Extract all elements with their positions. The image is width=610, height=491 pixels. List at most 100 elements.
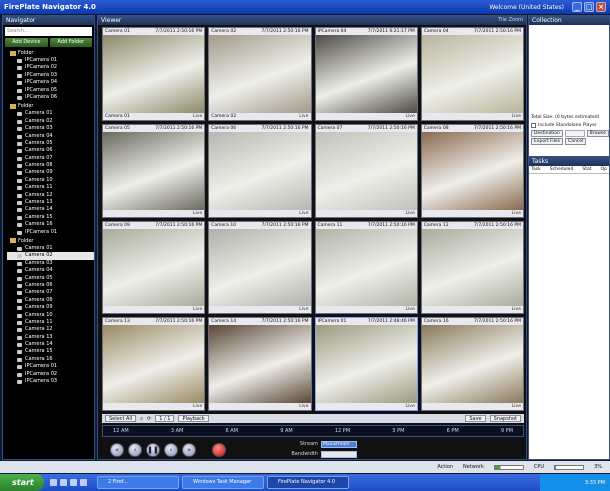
live-indicator[interactable]: Live bbox=[406, 210, 415, 217]
tree-camera-item[interactable]: IPCamera 06 bbox=[7, 94, 94, 101]
tree-camera-item[interactable]: Camera 08 bbox=[7, 297, 94, 304]
select-all-button[interactable]: Select All bbox=[105, 415, 137, 422]
tree-camera-item[interactable]: Camera 11 bbox=[7, 184, 94, 191]
tree-camera-item[interactable]: Camera 06 bbox=[7, 282, 94, 289]
tree-camera-item[interactable]: Camera 01 bbox=[7, 245, 94, 252]
tree-camera-item[interactable]: Camera 05 bbox=[7, 140, 94, 147]
tree-camera-item[interactable]: IPCamera 02 bbox=[7, 64, 94, 71]
tree-camera-item[interactable]: Camera 14 bbox=[7, 206, 94, 213]
live-indicator[interactable]: Live bbox=[193, 210, 202, 217]
tree-camera-item[interactable]: Camera 07 bbox=[7, 289, 94, 296]
tree-camera-item[interactable]: Camera 04 bbox=[7, 133, 94, 140]
live-indicator[interactable]: Live bbox=[512, 210, 521, 217]
camera-tile[interactable]: Camera 05 7/7/2011 2:50:16 PM Live bbox=[102, 123, 206, 218]
task-column-header[interactable]: Stat bbox=[582, 167, 591, 172]
browse-button[interactable]: Browse bbox=[586, 129, 609, 137]
camera-tile[interactable]: Camera 04 7/7/2011 2:50:16 PM Live bbox=[420, 27, 524, 121]
live-indicator[interactable]: Live bbox=[299, 403, 308, 410]
camera-tile[interactable]: Camera 09 7/7/2011 2:50:16 PM Live bbox=[102, 220, 206, 315]
destination-button[interactable]: Destination bbox=[531, 129, 563, 137]
step-back-icon[interactable]: ‹ bbox=[128, 443, 142, 457]
bandwidth-select[interactable] bbox=[321, 450, 357, 458]
live-indicator[interactable]: Live bbox=[512, 403, 521, 410]
tree-camera-item[interactable]: Camera 16 bbox=[7, 221, 94, 228]
camera-tile[interactable]: Camera 01 7/7/2011 2:50:16 PM Camera 01 … bbox=[102, 27, 206, 121]
tree-camera-item[interactable]: Camera 13 bbox=[7, 334, 94, 341]
tree-camera-item[interactable]: Camera 05 bbox=[7, 275, 94, 282]
maximize-icon[interactable]: □ bbox=[584, 2, 594, 12]
tree-camera-item[interactable]: Camera 06 bbox=[7, 147, 94, 154]
tree-camera-item[interactable]: Camera 09 bbox=[7, 169, 94, 176]
tree-camera-item[interactable]: Camera 02 bbox=[7, 118, 94, 125]
taskbar-item[interactable]: FirePlate Navigator 4.0 bbox=[267, 476, 349, 489]
stream-select[interactable]: Mainstream bbox=[321, 440, 357, 448]
tree-camera-item[interactable]: Camera 13 bbox=[7, 199, 94, 206]
live-indicator[interactable]: Live bbox=[193, 113, 202, 120]
tree-folder-label[interactable]: Folder bbox=[7, 237, 94, 245]
fast-forward-icon[interactable]: » bbox=[182, 443, 196, 457]
quick-launch-icon[interactable] bbox=[60, 479, 67, 486]
task-column-header[interactable]: Op bbox=[601, 167, 607, 172]
tree-camera-item[interactable]: IPCamera 03 bbox=[7, 72, 94, 79]
quick-launch-icon[interactable] bbox=[70, 479, 77, 486]
tree-camera-item[interactable]: IPCamera 04 bbox=[7, 79, 94, 86]
tree-camera-item[interactable]: Camera 12 bbox=[7, 192, 94, 199]
add-folder-button[interactable]: Add Folder bbox=[49, 38, 92, 47]
camera-tile[interactable]: Camera 13 7/7/2011 2:50:16 PM Live bbox=[102, 317, 206, 411]
add-device-button[interactable]: Add Device bbox=[5, 38, 48, 47]
live-indicator[interactable]: Live bbox=[299, 306, 308, 313]
playback-button[interactable]: Playback bbox=[178, 415, 209, 422]
tree-camera-item[interactable]: Camera 10 bbox=[7, 312, 94, 319]
tree-camera-item[interactable]: Camera 11 bbox=[7, 319, 94, 326]
export-button[interactable]: Export Files bbox=[531, 137, 564, 145]
camera-tile[interactable]: Camera 08 7/7/2011 2:50:16 PM Live bbox=[420, 123, 524, 218]
camera-tile[interactable]: Camera 06 7/7/2011 2:50:16 PM Live bbox=[208, 123, 312, 218]
quick-launch-icon[interactable] bbox=[50, 479, 57, 486]
live-indicator[interactable]: Live bbox=[512, 306, 521, 313]
tree-camera-item[interactable]: IPCamera 03 bbox=[7, 378, 94, 385]
timeline-bar[interactable]: 12 AM 3 AM 6 AM 9 AM 12 PM 3 PM 6 PM 9 PM bbox=[102, 425, 524, 437]
tree-camera-item[interactable]: Camera 03 bbox=[7, 125, 94, 132]
tree-camera-item[interactable]: Camera 03 bbox=[7, 260, 94, 267]
live-indicator[interactable]: Live bbox=[512, 113, 521, 120]
camera-tile[interactable]: Camera 07 7/7/2011 2:50:16 PM Live bbox=[314, 123, 418, 218]
search-input[interactable]: Search... bbox=[5, 27, 92, 36]
camera-tile[interactable]: Camera 14 7/7/2011 2:50:16 PM Live bbox=[208, 317, 312, 411]
tree-camera-item[interactable]: Camera 01 bbox=[7, 110, 94, 117]
tree-camera-item[interactable]: Camera 15 bbox=[7, 348, 94, 355]
tree-camera-item[interactable]: IPCamera 05 bbox=[7, 87, 94, 94]
tree-camera-item[interactable]: Camera 16 bbox=[7, 356, 94, 363]
step-forward-icon[interactable]: › bbox=[164, 443, 178, 457]
refresh-icon[interactable]: ⟳ bbox=[147, 416, 151, 422]
tree-camera-item[interactable]: Camera 12 bbox=[7, 326, 94, 333]
tree-folder-label[interactable]: Folder bbox=[7, 102, 94, 110]
close-icon[interactable]: × bbox=[596, 2, 606, 12]
tree-camera-item[interactable]: Camera 09 bbox=[7, 304, 94, 311]
taskbar-item[interactable]: Windows Task Manager bbox=[182, 476, 264, 489]
camera-tile[interactable]: Camera 02 7/7/2011 2:50:16 PM Camera 02 … bbox=[208, 27, 312, 121]
task-column-header[interactable]: Task bbox=[531, 167, 541, 172]
cancel-button[interactable]: Cancel bbox=[565, 137, 587, 145]
rewind-icon[interactable]: « bbox=[110, 443, 124, 457]
pause-icon[interactable]: ❚❚ bbox=[146, 443, 160, 457]
tree-camera-item[interactable]: IPCamera 01 bbox=[7, 363, 94, 370]
page-indicator[interactable]: 1 / 1 bbox=[155, 415, 175, 422]
camera-tile[interactable]: Camera 12 7/7/2011 2:50:16 PM Live bbox=[420, 220, 524, 315]
tree-camera-item[interactable]: IPCamera 02 bbox=[7, 371, 94, 378]
live-indicator[interactable]: Live bbox=[406, 306, 415, 313]
live-indicator[interactable]: Live bbox=[299, 210, 308, 217]
tree-camera-item[interactable]: Camera 10 bbox=[7, 177, 94, 184]
save-button[interactable]: Save bbox=[465, 415, 486, 422]
live-indicator[interactable]: Live bbox=[406, 403, 415, 410]
snapshot-button[interactable]: Snapshot bbox=[489, 415, 521, 422]
tree-camera-item[interactable]: Camera 14 bbox=[7, 341, 94, 348]
minimize-icon[interactable]: _ bbox=[572, 2, 582, 12]
tree-camera-item[interactable]: Camera 02 bbox=[7, 252, 94, 260]
tree-camera-item[interactable]: IPCamera 01 bbox=[7, 229, 94, 236]
destination-field[interactable] bbox=[564, 129, 585, 137]
tree-camera-item[interactable]: Camera 15 bbox=[7, 214, 94, 221]
camera-tile[interactable]: Camera 10 7/7/2011 2:50:16 PM Live bbox=[208, 220, 312, 315]
tree-camera-item[interactable]: IPCamera 01 bbox=[7, 57, 94, 64]
tree-folder-label[interactable]: Folder bbox=[7, 49, 94, 57]
tree-camera-item[interactable]: Camera 08 bbox=[7, 162, 94, 169]
